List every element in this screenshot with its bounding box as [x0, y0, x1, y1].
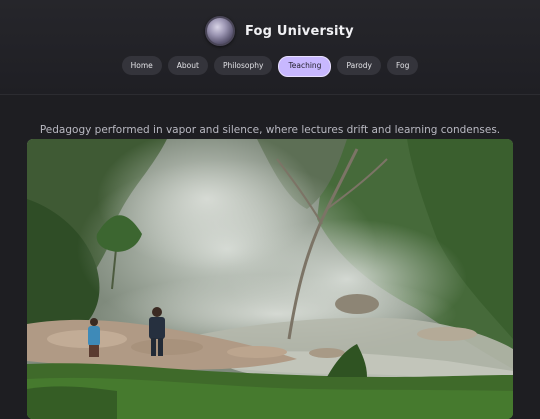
- brand[interactable]: Fog University: [205, 16, 354, 46]
- logo-icon: [205, 16, 235, 46]
- page-tagline: Pedagogy performed in vapor and silence,…: [39, 123, 501, 136]
- main-nav: Home About Philosophy Teaching Parody Fo…: [0, 56, 540, 77]
- nav-teaching[interactable]: Teaching: [278, 56, 332, 77]
- nav-parody[interactable]: Parody: [337, 56, 381, 75]
- nav-fog[interactable]: Fog: [386, 56, 419, 75]
- site-title: Fog University: [245, 23, 354, 39]
- hero-image: [27, 139, 513, 419]
- site-header: Fog University Home About Philosophy Tea…: [0, 0, 540, 95]
- nav-philosophy[interactable]: Philosophy: [213, 56, 273, 75]
- nav-about[interactable]: About: [167, 56, 208, 75]
- nav-home[interactable]: Home: [121, 56, 162, 75]
- foggy-river-scene: [27, 139, 513, 419]
